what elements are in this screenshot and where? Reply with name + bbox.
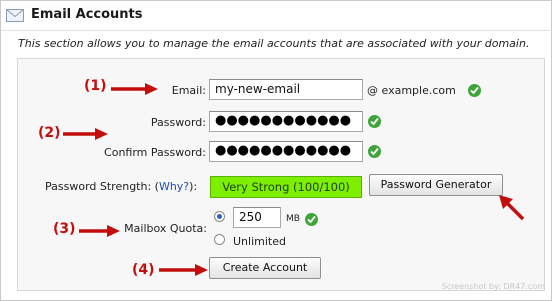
password-valid-check-icon [368, 115, 381, 128]
section-description: This section allows you to manage the em… [18, 37, 530, 50]
step-1-marker: (1) [84, 78, 107, 94]
confirm-password-label: Confirm Password: [104, 146, 206, 159]
quota-input[interactable]: 250 [233, 207, 281, 228]
password-label: Password: [150, 116, 206, 129]
why-link[interactable]: Why? [159, 180, 189, 193]
section-header: Email Accounts [1, 1, 552, 31]
step-3-marker: (3) [53, 221, 76, 237]
email-accounts-panel: Email Accounts This section allows you t… [0, 0, 552, 301]
password-generator-button[interactable]: Password Generator [369, 174, 503, 196]
unlimited-label: Unlimited [233, 235, 286, 248]
step-3-arrow-icon [79, 225, 120, 237]
quota-valid-check-icon [305, 213, 318, 226]
quota-unit: MB [286, 214, 300, 224]
confirm-valid-check-icon [368, 145, 381, 158]
envelope-icon [6, 9, 24, 25]
confirm-password-input[interactable]: ●●●●●●●●●●●● [209, 141, 363, 162]
step-4-marker: (4) [132, 262, 155, 278]
password-strength-meter: Very Strong (100/100) [210, 176, 362, 198]
step-2-arrow-icon [63, 128, 108, 140]
email-input[interactable]: my-new-email [209, 79, 363, 100]
page-title: Email Accounts [31, 7, 143, 22]
password-strength-label: Password Strength: (Why?): [45, 180, 198, 193]
mailbox-quota-label: Mailbox Quota: [124, 222, 207, 235]
quota-unlimited-radio[interactable] [214, 234, 225, 245]
email-label: Email: [171, 84, 206, 97]
step-2-marker: (2) [38, 125, 61, 141]
create-account-button[interactable]: Create Account [209, 257, 321, 279]
email-valid-check-icon [468, 84, 481, 97]
step-1-arrow-icon [111, 83, 158, 95]
password-input[interactable]: ●●●●●●●●●●●● [209, 111, 363, 132]
quota-limited-radio[interactable] [214, 211, 225, 222]
watermark: Screenshot by: DR47.com [441, 282, 545, 291]
generator-pointer-arrow-icon [499, 195, 525, 221]
step-4-arrow-icon [159, 264, 208, 276]
domain-suffix: @ example.com [367, 84, 456, 97]
